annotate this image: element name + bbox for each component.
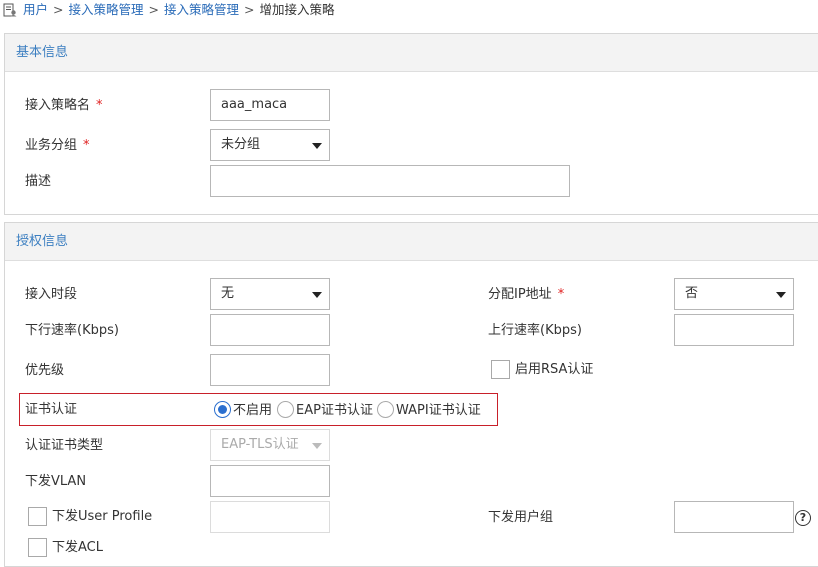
user-doc-icon xyxy=(3,3,17,17)
cert-auth-option-wapi: WAPI证书认证 xyxy=(396,403,481,418)
acl-checkbox[interactable] xyxy=(28,538,47,557)
service-group-select[interactable]: 未分组 xyxy=(210,129,330,161)
breadcrumb-link-user[interactable]: 用户 xyxy=(23,2,48,17)
chevron-down-icon xyxy=(776,292,786,298)
user-group-input[interactable] xyxy=(674,501,794,533)
cert-auth-radio-disabled[interactable] xyxy=(214,401,231,418)
cert-type-label: 认证证书类型 xyxy=(25,438,104,453)
access-period-value: 无 xyxy=(221,286,235,301)
policy-name-label: 接入策略名 * xyxy=(25,98,103,113)
chevron-down-icon xyxy=(312,292,322,298)
chevron-down-icon xyxy=(312,143,322,149)
priority-label: 优先级 xyxy=(25,363,65,378)
cert-auth-option-disabled: 不启用 xyxy=(233,403,273,418)
access-period-select[interactable]: 无 xyxy=(210,278,330,310)
chevron-down-icon xyxy=(312,443,322,449)
cert-auth-label: 证书认证 xyxy=(25,402,78,417)
required-mark: * xyxy=(96,98,103,113)
breadcrumb-separator: > xyxy=(244,2,255,17)
assign-ip-select[interactable]: 否 xyxy=(674,278,794,310)
required-mark: * xyxy=(83,138,90,153)
breadcrumb-current: 增加接入策略 xyxy=(259,2,335,17)
uplink-rate-label: 上行速率(Kbps) xyxy=(488,323,582,338)
breadcrumb: 用户 > 接入策略管理 > 接入策略管理 > 增加接入策略 xyxy=(0,0,818,22)
access-period-label: 接入时段 xyxy=(25,287,78,302)
description-input[interactable] xyxy=(210,165,570,197)
breadcrumb-link-access-policy-mgmt-2[interactable]: 接入策略管理 xyxy=(164,2,239,17)
cert-type-value: EAP-TLS认证 xyxy=(221,437,299,452)
user-profile-checkbox[interactable] xyxy=(28,507,47,526)
policy-name-input[interactable]: aaa_maca xyxy=(210,89,330,121)
user-profile-label: 下发User Profile xyxy=(52,509,153,524)
vlan-label: 下发VLAN xyxy=(25,474,87,489)
basic-info-title: 基本信息 xyxy=(5,34,818,72)
cert-auth-radio-wapi[interactable] xyxy=(377,401,394,418)
cert-auth-option-eap: EAP证书认证 xyxy=(296,403,373,418)
priority-input[interactable] xyxy=(210,354,330,386)
auth-info-title: 授权信息 xyxy=(5,223,818,261)
uplink-rate-input[interactable] xyxy=(674,314,794,346)
cert-type-select[interactable]: EAP-TLS认证 xyxy=(210,429,330,461)
user-profile-input[interactable] xyxy=(210,501,330,533)
service-group-label: 业务分组 * xyxy=(25,138,90,153)
required-mark: * xyxy=(557,287,565,302)
downlink-rate-label: 下行速率(Kbps) xyxy=(25,323,119,338)
assign-ip-label: 分配IP地址 * xyxy=(488,287,565,302)
rsa-label: 启用RSA认证 xyxy=(515,362,594,377)
description-label: 描述 xyxy=(25,174,52,189)
breadcrumb-link-access-policy-mgmt[interactable]: 接入策略管理 xyxy=(69,2,144,17)
service-group-value: 未分组 xyxy=(221,137,261,152)
cert-auth-radio-eap[interactable] xyxy=(277,401,294,418)
assign-ip-value: 否 xyxy=(685,286,699,301)
breadcrumb-separator: > xyxy=(148,2,159,17)
user-group-label: 下发用户组 xyxy=(488,510,554,525)
rsa-checkbox[interactable] xyxy=(491,360,510,379)
help-icon[interactable]: ? xyxy=(795,510,811,526)
breadcrumb-separator: > xyxy=(53,2,64,17)
acl-label: 下发ACL xyxy=(52,540,103,555)
vlan-input[interactable] xyxy=(210,465,330,497)
downlink-rate-input[interactable] xyxy=(210,314,330,346)
